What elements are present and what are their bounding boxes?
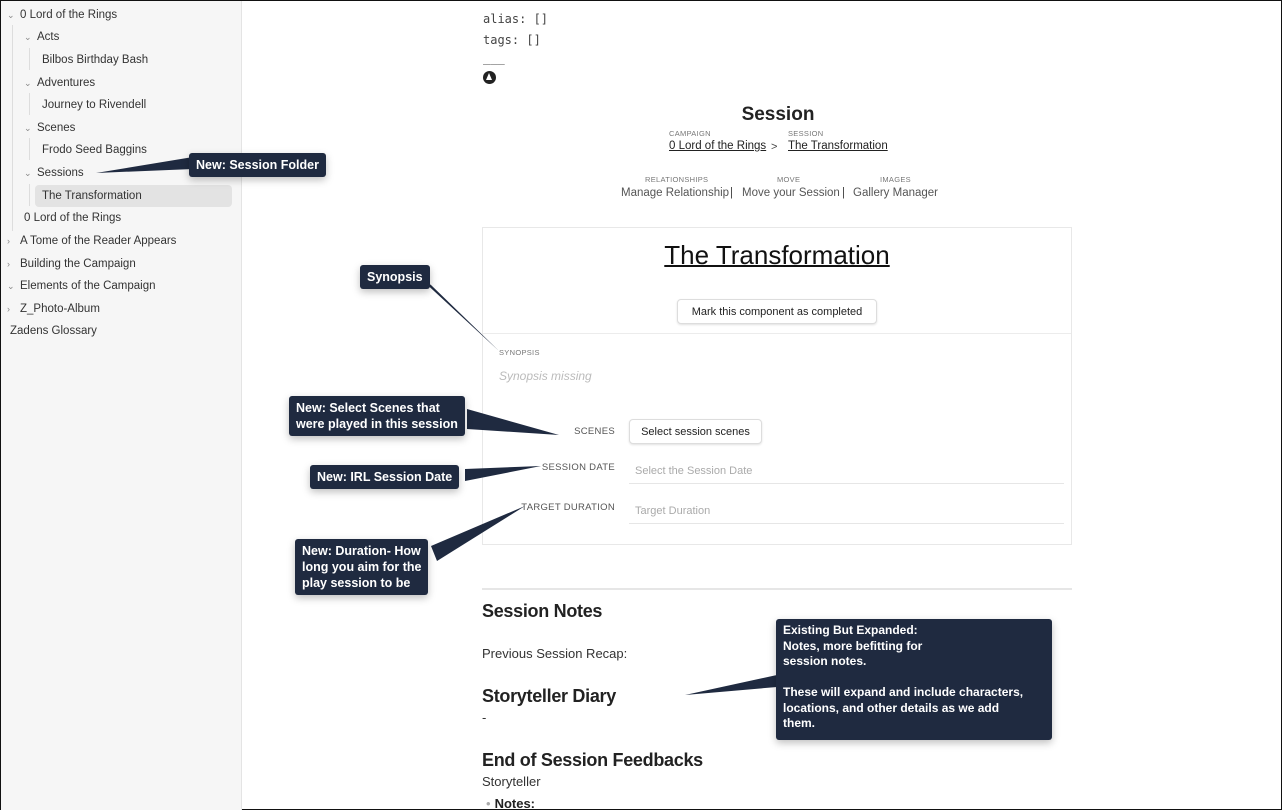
- chevron-down-icon: ⌄: [24, 78, 32, 88]
- tree-label: Acts: [37, 31, 60, 43]
- frontmatter-tags: tags: []: [483, 33, 541, 47]
- callout-irl-date: New: IRL Session Date: [310, 465, 460, 489]
- tree-label: 0 Lord of the Rings: [20, 9, 118, 21]
- tree-label: Adventures: [37, 77, 96, 89]
- file-journey-to-rivendell[interactable]: Journey to Rivendell: [42, 97, 146, 113]
- images-label: Images: [880, 175, 911, 184]
- page-title: Session: [741, 104, 815, 125]
- relationships-label: Relationships: [645, 175, 709, 184]
- synopsis-text[interactable]: Synopsis missing: [499, 369, 592, 383]
- chevron-down-icon: ⌄: [24, 168, 32, 178]
- tree-guide: [12, 25, 13, 231]
- tree-label: 0 Lord of the Rings: [24, 212, 122, 224]
- tree-guide: [29, 48, 30, 70]
- folder-lord-of-the-rings[interactable]: ⌄ 0 Lord of the Rings: [7, 7, 117, 23]
- folder-adventures[interactable]: ⌄ Adventures: [24, 75, 95, 91]
- target-duration-input[interactable]: [629, 498, 1064, 524]
- storyteller-diary-heading: Storyteller Diary: [482, 686, 616, 706]
- previous-recap-text: Previous Session Recap:: [482, 646, 628, 661]
- folder-a-tome-of-the-reader-appears[interactable]: › A Tome of the Reader Appears: [7, 233, 176, 249]
- file-bilbos-birthday-bash[interactable]: Bilbos Birthday Bash: [42, 52, 148, 68]
- gallery-manager-link[interactable]: Gallery Manager: [853, 187, 938, 199]
- d20-icon: [483, 71, 496, 84]
- session-card: The Transformation Mark this component a…: [482, 227, 1072, 545]
- tree-guide: [29, 138, 30, 160]
- manage-relationship-link[interactable]: Manage Relationship: [621, 187, 729, 199]
- select-scenes-button[interactable]: Select session scenes: [629, 419, 762, 444]
- file-explorer-sidebar: ⌄ 0 Lord of the Rings ⌄ Acts Bilbos Birthd…: [1, 1, 242, 810]
- chevron-right-icon: ›: [7, 304, 10, 314]
- folder-z-photo-album[interactable]: › Z_Photo-Album: [7, 301, 100, 317]
- file-frodo-seed-baggins[interactable]: Frodo Seed Baggins: [42, 142, 147, 158]
- frontmatter-rule: ___: [483, 51, 505, 65]
- callout-session-folder: New: Session Folder: [189, 153, 326, 177]
- card-title: The Transformation: [483, 240, 1071, 271]
- callout-duration: New: Duration- How long you aim for the …: [295, 539, 429, 595]
- tree-label: A Tome of the Reader Appears: [20, 235, 177, 247]
- section-divider: [482, 588, 1072, 590]
- session-label: Session: [788, 129, 824, 138]
- folder-elements-of-the-campaign[interactable]: ⌄ Elements of the Campaign: [7, 278, 156, 294]
- tree-label: The Transformation: [42, 190, 142, 202]
- tree-label: Scenes: [37, 122, 76, 134]
- tree-label: Zadens Glossary: [10, 325, 97, 337]
- chevron-down-icon: ⌄: [24, 32, 32, 42]
- tree-guide: [29, 93, 30, 115]
- chevron-down-icon: ⌄: [24, 123, 32, 133]
- synopsis-label: Synopsis: [499, 348, 540, 357]
- notes-bullet: Notes:: [486, 796, 535, 810]
- storyteller-diary-text: -: [482, 710, 487, 725]
- tree-label: Frodo Seed Baggins: [42, 144, 147, 156]
- folder-scenes[interactable]: ⌄ Scenes: [24, 120, 75, 136]
- card-title-text: The Transformation: [664, 240, 890, 270]
- callout-select-scenes: New: Select Scenes that were played in t…: [289, 396, 465, 436]
- file-the-transformation[interactable]: The Transformation: [42, 188, 142, 204]
- folder-sessions[interactable]: ⌄ Sessions: [24, 165, 84, 181]
- session-date-label: Session Date: [541, 462, 615, 473]
- feedbacks-heading: End of Session Feedbacks: [482, 750, 703, 770]
- scenes-label: Scenes: [574, 426, 615, 437]
- target-duration-label: Target Duration: [521, 502, 615, 513]
- move-session-link[interactable]: Move your Session: [742, 187, 840, 199]
- mark-completed-button[interactable]: Mark this component as completed: [677, 299, 877, 324]
- session-link[interactable]: The Transformation: [788, 140, 888, 152]
- tree-label: Sessions: [37, 167, 84, 179]
- session-date-input[interactable]: [629, 458, 1064, 484]
- campaign-label: Campaign: [669, 129, 711, 138]
- nav-separator: |: [730, 187, 733, 199]
- folder-acts[interactable]: ⌄ Acts: [24, 29, 59, 45]
- nav-separator: |: [842, 187, 845, 199]
- chevron-down-icon: ⌄: [7, 281, 15, 291]
- tree-guide: [29, 184, 30, 206]
- chevron-right-icon: ›: [7, 236, 10, 246]
- folder-building-the-campaign[interactable]: › Building the Campaign: [7, 256, 136, 272]
- chevron-down-icon: ⌄: [7, 10, 15, 20]
- breadcrumb-separator: >: [771, 141, 778, 153]
- callout-synopsis: Synopsis: [360, 265, 430, 289]
- session-notes-heading: Session Notes: [482, 601, 603, 621]
- storyteller-text: Storyteller: [482, 774, 541, 789]
- callout-expanded-notes: Existing But Expanded: Notes, more befit…: [776, 619, 1052, 740]
- tree-label: Bilbos Birthday Bash: [42, 54, 149, 66]
- move-label: Move: [777, 175, 801, 184]
- chevron-right-icon: ›: [7, 259, 10, 269]
- tree-label: Elements of the Campaign: [20, 280, 156, 292]
- card-divider: [483, 333, 1071, 334]
- campaign-link[interactable]: 0 Lord of the Rings: [669, 140, 766, 152]
- file-zadens-glossary[interactable]: Zadens Glossary: [10, 323, 97, 339]
- file-lord-of-the-rings[interactable]: 0 Lord of the Rings: [24, 210, 121, 226]
- tree-label: Journey to Rivendell: [42, 99, 147, 111]
- frontmatter-alias: alias: []: [483, 12, 549, 26]
- tree-label: Z_Photo-Album: [20, 303, 100, 315]
- tree-label: Building the Campaign: [20, 258, 136, 270]
